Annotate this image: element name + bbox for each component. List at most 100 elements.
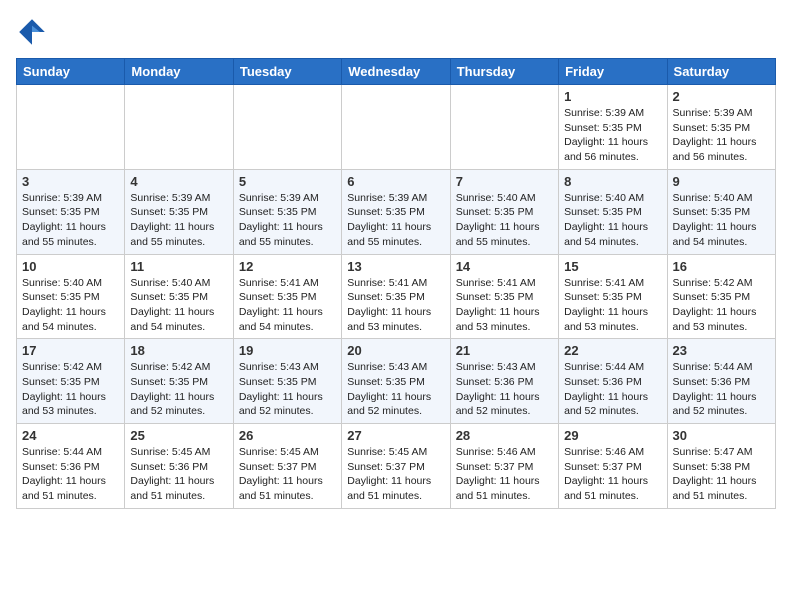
calendar-week-row: 10 Sunrise: 5:40 AMSunset: 5:35 PMDayligh… (17, 254, 776, 339)
calendar-cell: 22 Sunrise: 5:44 AMSunset: 5:36 PMDayligh… (559, 339, 667, 424)
day-info: Sunrise: 5:40 AMSunset: 5:35 PMDaylight:… (456, 191, 553, 250)
day-number: 19 (239, 343, 336, 358)
calendar-cell: 30Sunrise: 5:47 AMSunset: 5:38 PMDayligh… (667, 424, 775, 509)
calendar-cell (233, 85, 341, 170)
day-info: Sunrise: 5:41 AMSunset: 5:35 PMDaylight:… (564, 276, 661, 335)
calendar-cell: 10 Sunrise: 5:40 AMSunset: 5:35 PMDayligh… (17, 254, 125, 339)
day-info: Sunrise: 5:42 AMSunset: 5:35 PMDaylight:… (673, 276, 770, 335)
day-number: 14 (456, 259, 553, 274)
calendar-week-row: 3 Sunrise: 5:39 AMSunset: 5:35 PMDaylight… (17, 169, 776, 254)
weekday-header-saturday: Saturday (667, 59, 775, 85)
day-info: Sunrise: 5:39 AMSunset: 5:35 PMDaylight:… (130, 191, 227, 250)
day-info: Sunrise: 5:46 AMSunset: 5:37 PMDaylight:… (456, 445, 553, 504)
calendar-cell: 8 Sunrise: 5:40 AMSunset: 5:35 PMDaylight… (559, 169, 667, 254)
weekday-header-tuesday: Tuesday (233, 59, 341, 85)
calendar-week-row: 1 Sunrise: 5:39 AMSunset: 5:35 PMDaylight… (17, 85, 776, 170)
day-info: Sunrise: 5:42 AMSunset: 5:35 PMDaylight:… (130, 360, 227, 419)
calendar-week-row: 17 Sunrise: 5:42 AMSunset: 5:35 PMDayligh… (17, 339, 776, 424)
day-number: 7 (456, 174, 553, 189)
day-number: 27 (347, 428, 444, 443)
calendar-cell: 2 Sunrise: 5:39 AMSunset: 5:35 PMDaylight… (667, 85, 775, 170)
day-number: 22 (564, 343, 661, 358)
calendar-cell: 9 Sunrise: 5:40 AMSunset: 5:35 PMDaylight… (667, 169, 775, 254)
day-number: 20 (347, 343, 444, 358)
calendar-cell: 24Sunrise: 5:44 AMSunset: 5:36 PMDayligh… (17, 424, 125, 509)
calendar-cell: 15 Sunrise: 5:41 AMSunset: 5:35 PMDayligh… (559, 254, 667, 339)
day-info: Sunrise: 5:44 AMSunset: 5:36 PMDaylight:… (564, 360, 661, 419)
day-number: 21 (456, 343, 553, 358)
calendar-cell: 23 Sunrise: 5:44 AMSunset: 5:36 PMDayligh… (667, 339, 775, 424)
day-info: Sunrise: 5:39 AMSunset: 5:35 PMDaylight:… (22, 191, 119, 250)
day-info: Sunrise: 5:39 AMSunset: 5:35 PMDaylight:… (564, 106, 661, 165)
day-number: 5 (239, 174, 336, 189)
weekday-header-monday: Monday (125, 59, 233, 85)
day-number: 18 (130, 343, 227, 358)
day-info: Sunrise: 5:40 AMSunset: 5:35 PMDaylight:… (22, 276, 119, 335)
weekday-header-row: SundayMondayTuesdayWednesdayThursdayFrid… (17, 59, 776, 85)
day-info: Sunrise: 5:41 AMSunset: 5:35 PMDaylight:… (456, 276, 553, 335)
day-info: Sunrise: 5:41 AMSunset: 5:35 PMDaylight:… (347, 276, 444, 335)
day-number: 30 (673, 428, 770, 443)
calendar-cell: 18 Sunrise: 5:42 AMSunset: 5:35 PMDayligh… (125, 339, 233, 424)
weekday-header-sunday: Sunday (17, 59, 125, 85)
calendar-cell: 29 Sunrise: 5:46 AMSunset: 5:37 PMDayligh… (559, 424, 667, 509)
calendar-cell: 13Sunrise: 5:41 AMSunset: 5:35 PMDayligh… (342, 254, 450, 339)
calendar-cell: 5 Sunrise: 5:39 AMSunset: 5:35 PMDaylight… (233, 169, 341, 254)
page-header (16, 16, 776, 48)
day-info: Sunrise: 5:43 AMSunset: 5:35 PMDaylight:… (347, 360, 444, 419)
day-info: Sunrise: 5:43 AMSunset: 5:35 PMDaylight:… (239, 360, 336, 419)
day-number: 29 (564, 428, 661, 443)
day-number: 25 (130, 428, 227, 443)
day-info: Sunrise: 5:40 AMSunset: 5:35 PMDaylight:… (673, 191, 770, 250)
day-number: 1 (564, 89, 661, 104)
day-info: Sunrise: 5:39 AMSunset: 5:35 PMDaylight:… (673, 106, 770, 165)
logo-icon (16, 16, 48, 48)
calendar-cell (342, 85, 450, 170)
calendar-cell: 14 Sunrise: 5:41 AMSunset: 5:35 PMDayligh… (450, 254, 558, 339)
weekday-header-thursday: Thursday (450, 59, 558, 85)
day-info: Sunrise: 5:46 AMSunset: 5:37 PMDaylight:… (564, 445, 661, 504)
logo (16, 16, 52, 48)
day-info: Sunrise: 5:44 AMSunset: 5:36 PMDaylight:… (22, 445, 119, 504)
day-info: Sunrise: 5:42 AMSunset: 5:35 PMDaylight:… (22, 360, 119, 419)
day-number: 9 (673, 174, 770, 189)
calendar-cell: 20 Sunrise: 5:43 AMSunset: 5:35 PMDayligh… (342, 339, 450, 424)
day-number: 11 (130, 259, 227, 274)
day-number: 3 (22, 174, 119, 189)
day-info: Sunrise: 5:45 AMSunset: 5:37 PMDaylight:… (239, 445, 336, 504)
day-number: 12 (239, 259, 336, 274)
calendar-cell: 1 Sunrise: 5:39 AMSunset: 5:35 PMDaylight… (559, 85, 667, 170)
day-info: Sunrise: 5:40 AMSunset: 5:35 PMDaylight:… (564, 191, 661, 250)
day-number: 26 (239, 428, 336, 443)
calendar-cell: 7 Sunrise: 5:40 AMSunset: 5:35 PMDaylight… (450, 169, 558, 254)
calendar-cell (125, 85, 233, 170)
calendar-cell (450, 85, 558, 170)
calendar-cell: 4 Sunrise: 5:39 AMSunset: 5:35 PMDaylight… (125, 169, 233, 254)
day-info: Sunrise: 5:43 AMSunset: 5:36 PMDaylight:… (456, 360, 553, 419)
day-number: 10 (22, 259, 119, 274)
calendar-cell (17, 85, 125, 170)
day-info: Sunrise: 5:44 AMSunset: 5:36 PMDaylight:… (673, 360, 770, 419)
calendar-cell: 16 Sunrise: 5:42 AMSunset: 5:35 PMDayligh… (667, 254, 775, 339)
calendar-cell: 21 Sunrise: 5:43 AMSunset: 5:36 PMDayligh… (450, 339, 558, 424)
calendar-cell: 17 Sunrise: 5:42 AMSunset: 5:35 PMDayligh… (17, 339, 125, 424)
day-number: 6 (347, 174, 444, 189)
day-number: 16 (673, 259, 770, 274)
day-number: 4 (130, 174, 227, 189)
day-number: 23 (673, 343, 770, 358)
calendar-cell: 28 Sunrise: 5:46 AMSunset: 5:37 PMDayligh… (450, 424, 558, 509)
day-info: Sunrise: 5:39 AMSunset: 5:35 PMDaylight:… (239, 191, 336, 250)
calendar-cell: 27 Sunrise: 5:45 AMSunset: 5:37 PMDayligh… (342, 424, 450, 509)
calendar-cell: 19 Sunrise: 5:43 AMSunset: 5:35 PMDayligh… (233, 339, 341, 424)
calendar-cell: 3 Sunrise: 5:39 AMSunset: 5:35 PMDaylight… (17, 169, 125, 254)
day-number: 17 (22, 343, 119, 358)
calendar-cell: 26 Sunrise: 5:45 AMSunset: 5:37 PMDayligh… (233, 424, 341, 509)
day-info: Sunrise: 5:41 AMSunset: 5:35 PMDaylight:… (239, 276, 336, 335)
day-number: 15 (564, 259, 661, 274)
day-info: Sunrise: 5:45 AMSunset: 5:37 PMDaylight:… (347, 445, 444, 504)
day-info: Sunrise: 5:39 AMSunset: 5:35 PMDaylight:… (347, 191, 444, 250)
day-number: 28 (456, 428, 553, 443)
calendar-cell: 25Sunrise: 5:45 AMSunset: 5:36 PMDayligh… (125, 424, 233, 509)
day-number: 2 (673, 89, 770, 104)
day-number: 8 (564, 174, 661, 189)
